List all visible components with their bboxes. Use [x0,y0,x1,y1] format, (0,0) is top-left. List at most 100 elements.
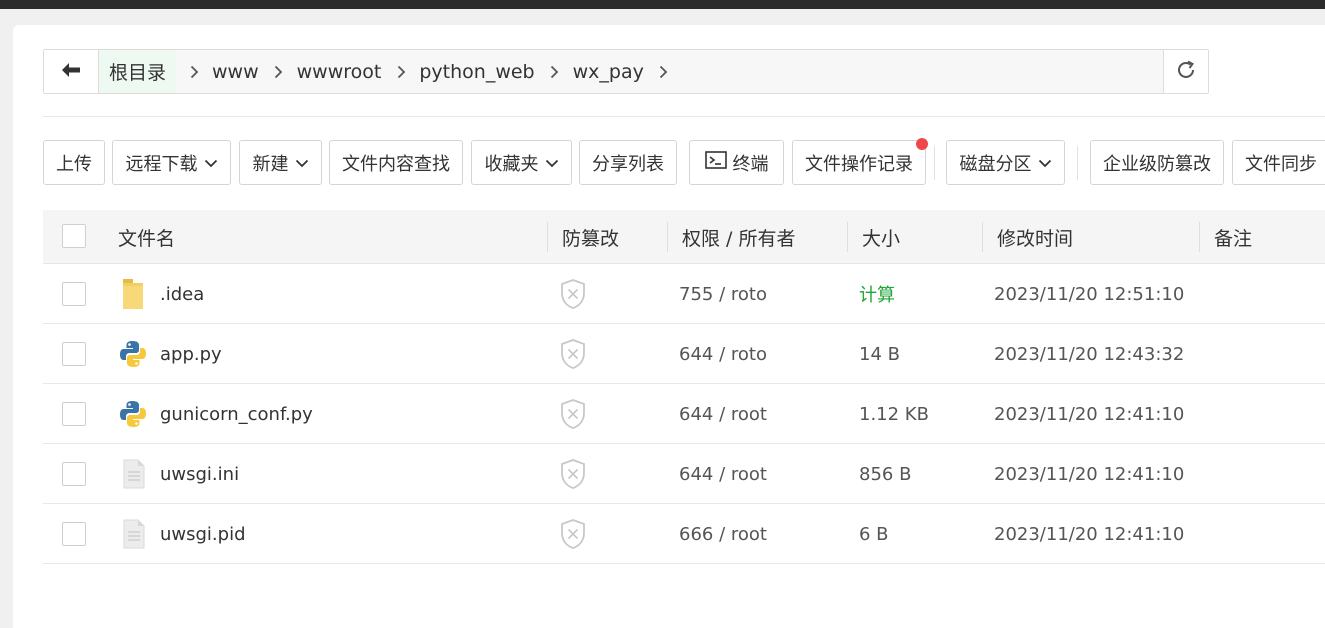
chevron-down-icon [1038,152,1052,173]
chevron-right-icon [391,65,411,79]
breadcrumb-item-wx-pay[interactable]: wx_pay [571,50,646,93]
header-label: 权限 / 所有者 [682,227,796,250]
header-label: 防篡改 [562,227,620,250]
content-search-label: 文件内容查找 [342,153,450,175]
python-file-icon [118,384,148,444]
column-header-name[interactable]: 文件名 [118,210,175,264]
new-button[interactable]: 新建 [239,140,322,185]
select-all-checkbox[interactable] [62,224,86,248]
column-divider [847,222,848,252]
column-header-permission: 权限 / 所有者 [682,210,795,264]
breadcrumb-item-www[interactable]: www [210,50,261,93]
enterprise-tamper-label: 企业级防篡改 [1103,153,1211,175]
column-header-mtime[interactable]: 修改时间 [997,210,1073,264]
file-size: 1.12 KB [859,403,929,425]
shield-off-icon[interactable] [559,384,587,444]
column-divider [982,222,983,252]
window-top-strip [0,0,1325,9]
file-size: 14 B [859,343,900,365]
breadcrumb-label: wx_pay [572,60,644,83]
shield-off-icon[interactable] [559,264,587,324]
terminal-label: 终端 [732,153,769,175]
share-list-label: 分享列表 [592,153,664,175]
permission-owner[interactable]: 666 / root [679,504,767,564]
table-row[interactable]: app.py 644 / roto 14 B 2023/11/20 12:43:… [43,324,1325,384]
folder-icon [120,264,146,324]
shield-off-icon[interactable] [559,444,587,504]
row-checkbox[interactable] [62,342,86,366]
modified-time: 2023/11/20 12:41:10 [994,463,1185,485]
refresh-button[interactable] [1163,50,1208,93]
column-header-size[interactable]: 大小 [862,210,900,264]
table-row[interactable]: uwsgi.pid 666 / root 6 B 2023/11/20 12:4… [43,504,1325,564]
file-size: 6 B [859,523,889,545]
header-label: 大小 [862,227,901,250]
text-file-icon [122,444,146,504]
permission-owner[interactable]: 644 / root [679,444,767,504]
chevron-right-icon [184,65,204,79]
chevron-right-icon[interactable] [654,65,674,79]
shield-off-icon[interactable] [559,504,587,564]
row-checkbox[interactable] [62,522,86,546]
permission-owner[interactable]: 644 / roto [679,324,767,384]
table-row[interactable]: .idea 755 / roto 计算 2023/11/20 12:51:10 [43,264,1325,324]
breadcrumb: 根目录 www wwwroot python_web wx_pay [99,50,1163,93]
chevron-right-icon [545,65,565,79]
row-checkbox[interactable] [62,402,86,426]
upload-button[interactable]: 上传 [43,140,105,185]
column-divider [667,222,668,252]
header-label: 备注 [1214,227,1253,250]
shield-off-icon[interactable] [559,324,587,384]
chevron-right-icon [269,65,289,79]
breadcrumb-item-root[interactable]: 根目录 [99,50,177,93]
favorites-button[interactable]: 收藏夹 [471,140,572,185]
table-row[interactable]: gunicorn_conf.py 644 / root 1.12 KB 2023… [43,384,1325,444]
notification-dot [916,138,928,150]
remote-download-button[interactable]: 远程下载 [112,140,231,185]
enterprise-tamper-button[interactable]: 企业级防篡改 [1090,140,1224,185]
upload-label: 上传 [56,153,92,175]
file-name[interactable]: app.py [160,324,222,384]
breadcrumb-label: wwwroot [296,60,382,83]
modified-time: 2023/11/20 12:43:32 [994,343,1185,365]
column-header-note: 备注 [1214,210,1252,264]
python-file-icon [118,324,148,384]
file-name[interactable]: gunicorn_conf.py [160,384,313,444]
table-row[interactable]: uwsgi.ini 644 / root 856 B 2023/11/20 12… [43,444,1325,504]
row-checkbox[interactable] [62,462,86,486]
column-divider [547,222,548,252]
breadcrumb-item-python-web[interactable]: python_web [417,50,536,93]
terminal-button[interactable]: 终端 [689,140,784,185]
disk-partition-label: 磁盘分区 [959,153,1032,175]
section-divider [43,116,1325,117]
column-header-tamper: 防篡改 [562,210,619,264]
header-label: 修改时间 [997,227,1074,250]
modified-time: 2023/11/20 12:51:10 [994,283,1185,305]
modified-time: 2023/11/20 12:41:10 [994,523,1185,545]
breadcrumb-label: 根目录 [109,62,167,84]
size-calculate-link[interactable]: 计算 [859,264,895,324]
file-op-log-label: 文件操作记录 [805,153,913,175]
file-op-log-button[interactable]: 文件操作记录 [792,140,926,185]
row-checkbox[interactable] [62,282,86,306]
chevron-down-icon [545,152,559,173]
header-label: 文件名 [118,227,176,250]
permission-owner[interactable]: 755 / roto [679,264,767,324]
file-sync-button[interactable]: 文件同步 [1232,140,1325,185]
share-list-button[interactable]: 分享列表 [579,140,677,185]
permission-owner[interactable]: 644 / root [679,384,767,444]
content-search-button[interactable]: 文件内容查找 [329,140,463,185]
remote-download-label: 远程下载 [125,153,198,175]
file-sync-label: 文件同步 [1245,153,1317,175]
back-button[interactable] [44,50,99,93]
breadcrumb-item-wwwroot[interactable]: wwwroot [295,50,384,93]
breadcrumb-label: www [212,60,259,83]
file-name[interactable]: .idea [160,264,204,324]
column-divider [1199,222,1200,252]
file-name[interactable]: uwsgi.pid [160,504,246,564]
modified-time: 2023/11/20 12:41:10 [994,403,1185,425]
file-table-header: 文件名 防篡改 权限 / 所有者 大小 修改时间 备注 [43,210,1325,264]
path-bar: 根目录 www wwwroot python_web wx_pay [43,49,1209,94]
disk-partition-button[interactable]: 磁盘分区 [946,140,1065,185]
file-name[interactable]: uwsgi.ini [160,444,239,504]
